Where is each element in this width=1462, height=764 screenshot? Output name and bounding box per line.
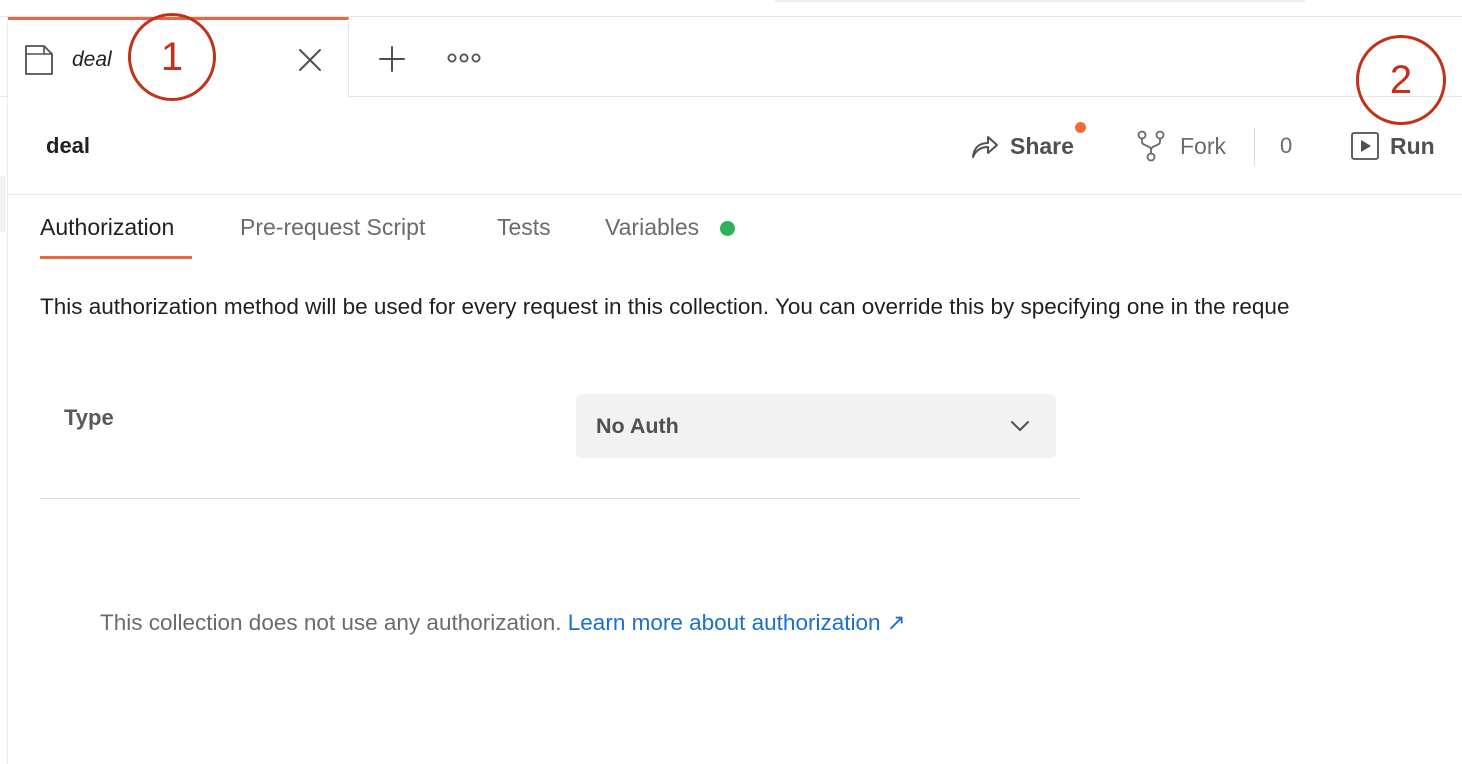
- section-divider: [40, 498, 1080, 499]
- no-auth-text: This collection does not use any authori…: [100, 610, 568, 635]
- collection-header: [8, 98, 1462, 195]
- collection-icon: [25, 45, 53, 75]
- share-label: Share: [1010, 132, 1074, 159]
- fork-label: Fork: [1180, 132, 1226, 159]
- play-icon: [1351, 132, 1379, 160]
- more-options-icon[interactable]: [446, 48, 482, 68]
- fork-icon: [1137, 130, 1165, 162]
- top-strip: [0, 0, 1462, 17]
- tab-tests[interactable]: Tests: [497, 212, 551, 242]
- annotation-label-2: 2: [1389, 58, 1413, 102]
- sidebar-edge: [0, 17, 8, 764]
- fork-button[interactable]: Fork: [1136, 126, 1226, 166]
- tab-label: deal: [72, 48, 112, 71]
- tab-pre-request-script[interactable]: Pre-request Script: [240, 212, 425, 242]
- close-icon[interactable]: [296, 46, 324, 74]
- annotation-label-1: 1: [160, 35, 184, 79]
- run-label: Run: [1390, 132, 1435, 159]
- sidebar-edge-divider: [0, 96, 8, 97]
- authorization-description: This authorization method will be used f…: [40, 294, 1290, 319]
- annotation-circle-1: 1: [128, 13, 216, 101]
- tab-variables[interactable]: Variables: [605, 212, 699, 242]
- fork-count[interactable]: 0: [1280, 132, 1292, 160]
- variables-status-dot: [720, 221, 735, 236]
- learn-more-link[interactable]: Learn more about authorization ↗: [568, 610, 906, 635]
- notification-dot: [1075, 122, 1086, 133]
- annotation-circle-2: 2: [1356, 35, 1446, 125]
- share-button[interactable]: Share: [970, 126, 1074, 166]
- run-button[interactable]: Run: [1350, 126, 1435, 166]
- chevron-down-icon: [1011, 421, 1029, 431]
- auth-type-value: No Auth: [596, 414, 679, 438]
- no-auth-message: This collection does not use any authori…: [100, 608, 906, 638]
- type-label: Type: [64, 405, 114, 430]
- share-icon: [972, 136, 998, 158]
- plus-icon[interactable]: [376, 43, 408, 75]
- top-search-edge: [775, 0, 1305, 2]
- page-title: deal: [46, 133, 91, 158]
- fork-divider: [1254, 128, 1255, 166]
- active-tab-indicator: [40, 256, 192, 259]
- tab-authorization[interactable]: Authorization: [40, 212, 174, 242]
- sidebar-edge-selection: [0, 176, 6, 232]
